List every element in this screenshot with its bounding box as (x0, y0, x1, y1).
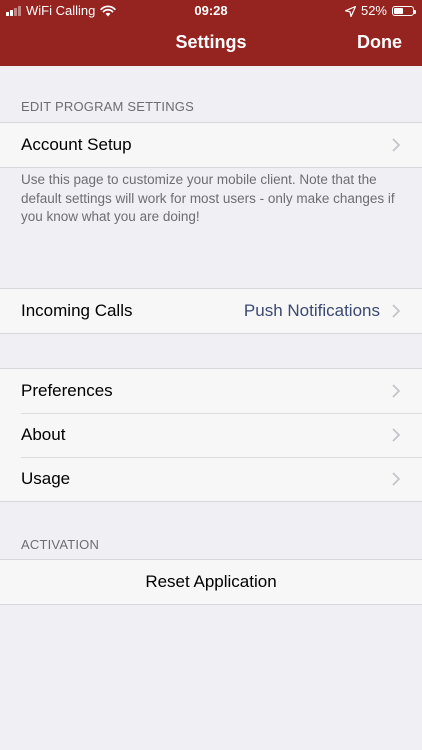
reset-application-button[interactable]: Reset Application (0, 560, 422, 604)
status-bar: WiFi Calling 09:28 52% (0, 0, 422, 22)
incoming-calls-label: Incoming Calls (21, 301, 133, 320)
battery-fill (394, 8, 404, 14)
about-row[interactable]: About (0, 413, 422, 457)
navigation-bar: WiFi Calling 09:28 52% Settings Done (0, 0, 422, 66)
chevron-right-icon (392, 304, 400, 318)
edit-program-settings-header: EDIT PROGRAM SETTINGS (21, 99, 194, 114)
reset-application-label: Reset Application (145, 572, 277, 591)
misc-group: Preferences About Usage (0, 368, 422, 502)
chevron-right-icon (392, 138, 400, 152)
account-setup-label: Account Setup (21, 135, 132, 154)
preferences-label: Preferences (21, 381, 113, 400)
incoming-calls-group: Incoming Calls Push Notifications (0, 288, 422, 334)
battery-icon (392, 6, 416, 16)
account-group: Account Setup (0, 122, 422, 168)
usage-label: Usage (21, 469, 71, 488)
incoming-calls-value: Push Notifications (243, 301, 380, 320)
usage-row[interactable]: Usage (0, 457, 422, 501)
status-right: 52% (344, 0, 416, 22)
chevron-right-icon (392, 384, 400, 398)
battery-percent: 52% (360, 3, 387, 18)
incoming-calls-row[interactable]: Incoming Calls Push Notifications (0, 289, 422, 333)
done-button[interactable]: Done (357, 32, 402, 53)
activation-header: ACTIVATION (21, 537, 100, 552)
chevron-right-icon (392, 428, 400, 442)
account-setup-row[interactable]: Account Setup (0, 123, 422, 167)
chevron-right-icon (392, 472, 400, 486)
settings-description: Use this page to customize your mobile c… (21, 172, 395, 224)
about-label: About (21, 425, 66, 444)
location-arrow-icon (344, 5, 356, 17)
activation-group: Reset Application (0, 559, 422, 605)
preferences-row[interactable]: Preferences (0, 369, 422, 413)
